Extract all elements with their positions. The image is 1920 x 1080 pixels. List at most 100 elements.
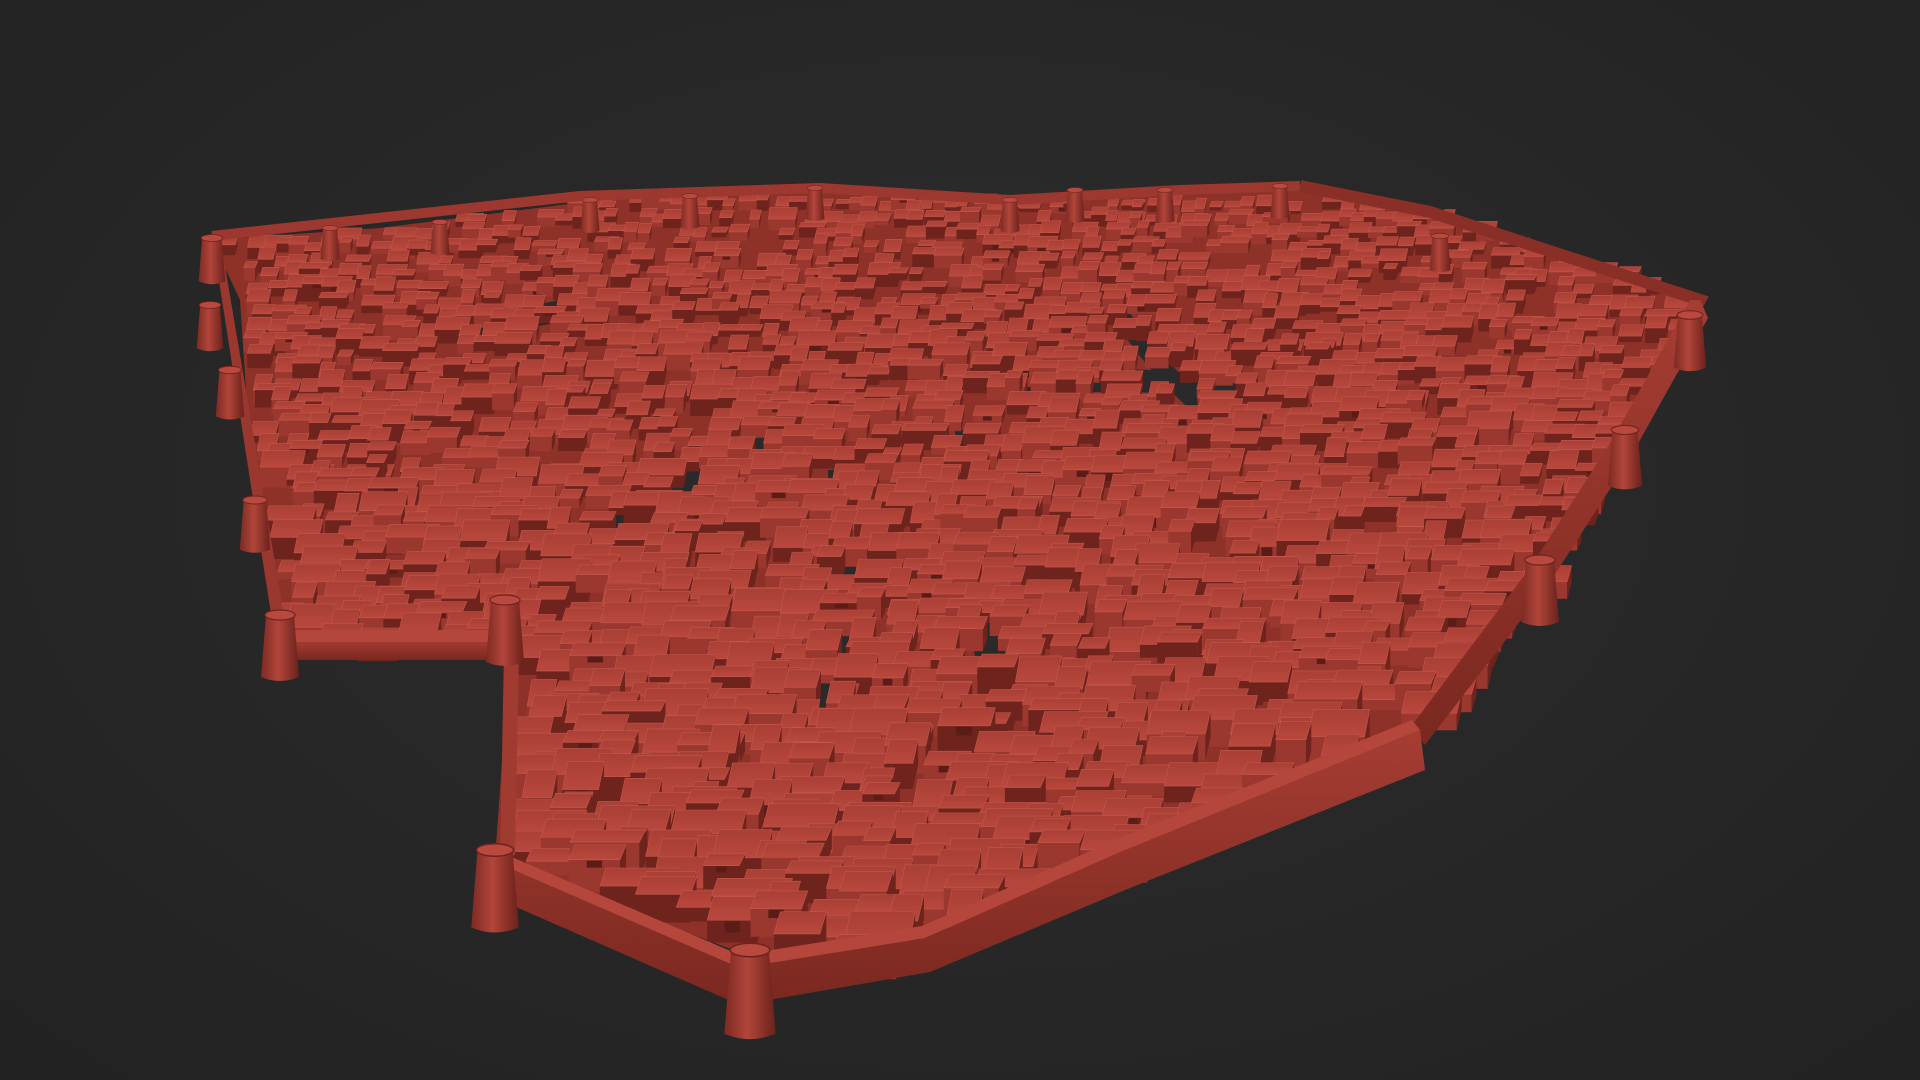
building (906, 210, 925, 228)
tower (320, 225, 340, 261)
tower (1000, 197, 1020, 233)
tower (430, 219, 450, 255)
tower (1673, 310, 1707, 372)
building (873, 213, 892, 226)
building (718, 302, 741, 325)
tower (239, 495, 271, 553)
building (1077, 261, 1100, 284)
building (557, 429, 588, 452)
building (1060, 251, 1077, 268)
building (922, 281, 948, 295)
building (1131, 199, 1144, 213)
building (529, 427, 556, 452)
building (908, 267, 924, 282)
building (863, 240, 880, 253)
building (959, 206, 982, 224)
tower (1607, 424, 1643, 490)
building (718, 210, 735, 227)
building (756, 193, 770, 211)
tower (198, 234, 226, 285)
building (1004, 370, 1024, 395)
building (1194, 197, 1207, 216)
building (1406, 389, 1426, 411)
building (1299, 293, 1323, 314)
tower (1155, 187, 1175, 223)
building (906, 358, 944, 380)
buildings (217, 193, 1704, 980)
building (1597, 319, 1616, 338)
building (1236, 309, 1253, 325)
building (243, 261, 259, 281)
wall-west-ledge-face (282, 640, 505, 660)
tower (1429, 232, 1451, 273)
building (491, 383, 518, 411)
building (1397, 437, 1437, 465)
building (1121, 345, 1139, 374)
tower (724, 942, 776, 1040)
building (866, 366, 892, 381)
building (1488, 318, 1508, 339)
building (623, 222, 640, 243)
building (1219, 235, 1251, 254)
building (711, 227, 729, 238)
building (476, 239, 499, 253)
tower (215, 365, 245, 420)
tower (261, 609, 299, 681)
building (1618, 324, 1645, 343)
building (749, 209, 762, 229)
tower (805, 185, 825, 221)
building (494, 331, 533, 357)
wall-west-ledge-top (282, 630, 505, 642)
building (834, 282, 858, 296)
building (246, 343, 274, 369)
building (637, 223, 653, 243)
building (1214, 212, 1230, 227)
building (1144, 346, 1172, 369)
building (1120, 227, 1137, 240)
tower (471, 843, 519, 933)
building (461, 383, 498, 415)
building (1117, 239, 1133, 253)
building (911, 247, 937, 268)
tower (196, 301, 224, 352)
building (401, 319, 421, 338)
tower (1270, 183, 1290, 219)
building (767, 207, 798, 231)
building (278, 412, 314, 437)
tower (1065, 187, 1085, 223)
tower (486, 594, 524, 666)
building (1251, 222, 1269, 245)
building (513, 237, 532, 259)
building (1209, 200, 1224, 211)
building (1001, 434, 1025, 459)
building (692, 227, 708, 243)
building (813, 233, 829, 257)
building (1619, 307, 1644, 325)
building (339, 236, 354, 253)
building (1283, 387, 1310, 411)
building (318, 291, 350, 309)
building (1004, 284, 1021, 296)
building (728, 223, 751, 241)
tower (1521, 554, 1559, 626)
building (721, 198, 736, 212)
building (795, 248, 814, 272)
building (778, 227, 796, 240)
building (1382, 263, 1399, 281)
tower (680, 193, 700, 229)
building (1180, 220, 1210, 238)
building (554, 213, 575, 226)
building (1275, 721, 1312, 770)
building (1513, 329, 1533, 355)
building (507, 224, 524, 238)
building (1316, 251, 1332, 268)
building (887, 267, 909, 281)
building (558, 488, 584, 508)
3d-viewport[interactable] (0, 0, 1920, 1080)
building (847, 414, 871, 442)
building (854, 277, 876, 300)
tower (580, 197, 600, 233)
building (456, 333, 477, 355)
building (1519, 462, 1543, 484)
building (982, 263, 1005, 281)
